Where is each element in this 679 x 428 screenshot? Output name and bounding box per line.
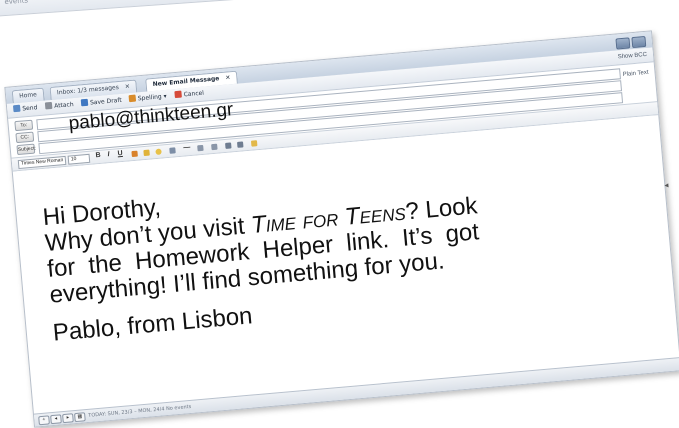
- resize-marker-icon: ◂: [664, 180, 669, 190]
- add-event-icon[interactable]: +: [38, 415, 50, 426]
- save-draft-label: Save Draft: [89, 96, 123, 107]
- calendar-icon[interactable]: ▦: [74, 412, 86, 423]
- cancel-label: Cancel: [183, 89, 205, 99]
- outdent-icon[interactable]: [225, 142, 232, 149]
- close-window-icon[interactable]: [631, 35, 647, 49]
- paperclip-icon: [44, 101, 53, 110]
- bullet-list-icon[interactable]: [197, 144, 204, 152]
- next-icon[interactable]: ▸: [62, 413, 74, 424]
- spelling-icon: [128, 94, 137, 103]
- cancel-button[interactable]: Cancel: [174, 89, 204, 100]
- text-color-icon[interactable]: [143, 149, 150, 157]
- link-icon[interactable]: [250, 140, 258, 147]
- horizontal-rule-icon[interactable]: —: [183, 144, 191, 152]
- highlight-icon[interactable]: [131, 150, 138, 158]
- send-label: Send: [22, 104, 38, 113]
- background-window-label: events: [4, 0, 29, 6]
- signature: Pablo, from Lisbon: [51, 302, 254, 347]
- save-draft-button[interactable]: Save Draft: [80, 96, 123, 108]
- previous-icon[interactable]: ◂: [50, 414, 62, 425]
- italic-icon[interactable]: I: [107, 151, 110, 158]
- attach-label: Attach: [53, 101, 74, 110]
- tab-home-label: Home: [18, 91, 38, 100]
- numbered-list-icon[interactable]: [211, 143, 218, 151]
- font-size-select[interactable]: 10: [67, 153, 91, 165]
- to-button[interactable]: To:: [14, 119, 34, 132]
- attach-button[interactable]: Attach: [44, 100, 74, 110]
- minimize-icon[interactable]: [615, 37, 631, 50]
- cancel-icon: [174, 90, 182, 99]
- indent-icon[interactable]: [237, 141, 244, 148]
- image-icon[interactable]: [169, 147, 176, 154]
- save-icon: [80, 98, 89, 107]
- spelling-label: Spelling ▾: [137, 92, 167, 103]
- plain-text-link[interactable]: Plain Text: [622, 70, 648, 78]
- bold-icon[interactable]: B: [95, 152, 101, 159]
- close-tab-icon[interactable]: ✕: [125, 83, 131, 90]
- send-icon: [12, 104, 21, 113]
- send-button[interactable]: Send: [12, 103, 38, 113]
- cc-button[interactable]: CC:: [15, 131, 35, 144]
- background-window-strip: events: [0, 0, 351, 17]
- close-tab-icon[interactable]: ✕: [225, 74, 231, 81]
- spelling-button[interactable]: Spelling ▾: [128, 92, 167, 103]
- subject-label: Subject:: [16, 143, 36, 156]
- emoticon-icon[interactable]: [155, 148, 162, 156]
- underline-icon[interactable]: U: [117, 150, 123, 157]
- status-text: TODAY: SUN, 23/3 – MON, 24/4 No events: [88, 403, 192, 419]
- email-compose-window: Home Inbox: 1/3 messages ✕ New Email Mess…: [4, 30, 679, 428]
